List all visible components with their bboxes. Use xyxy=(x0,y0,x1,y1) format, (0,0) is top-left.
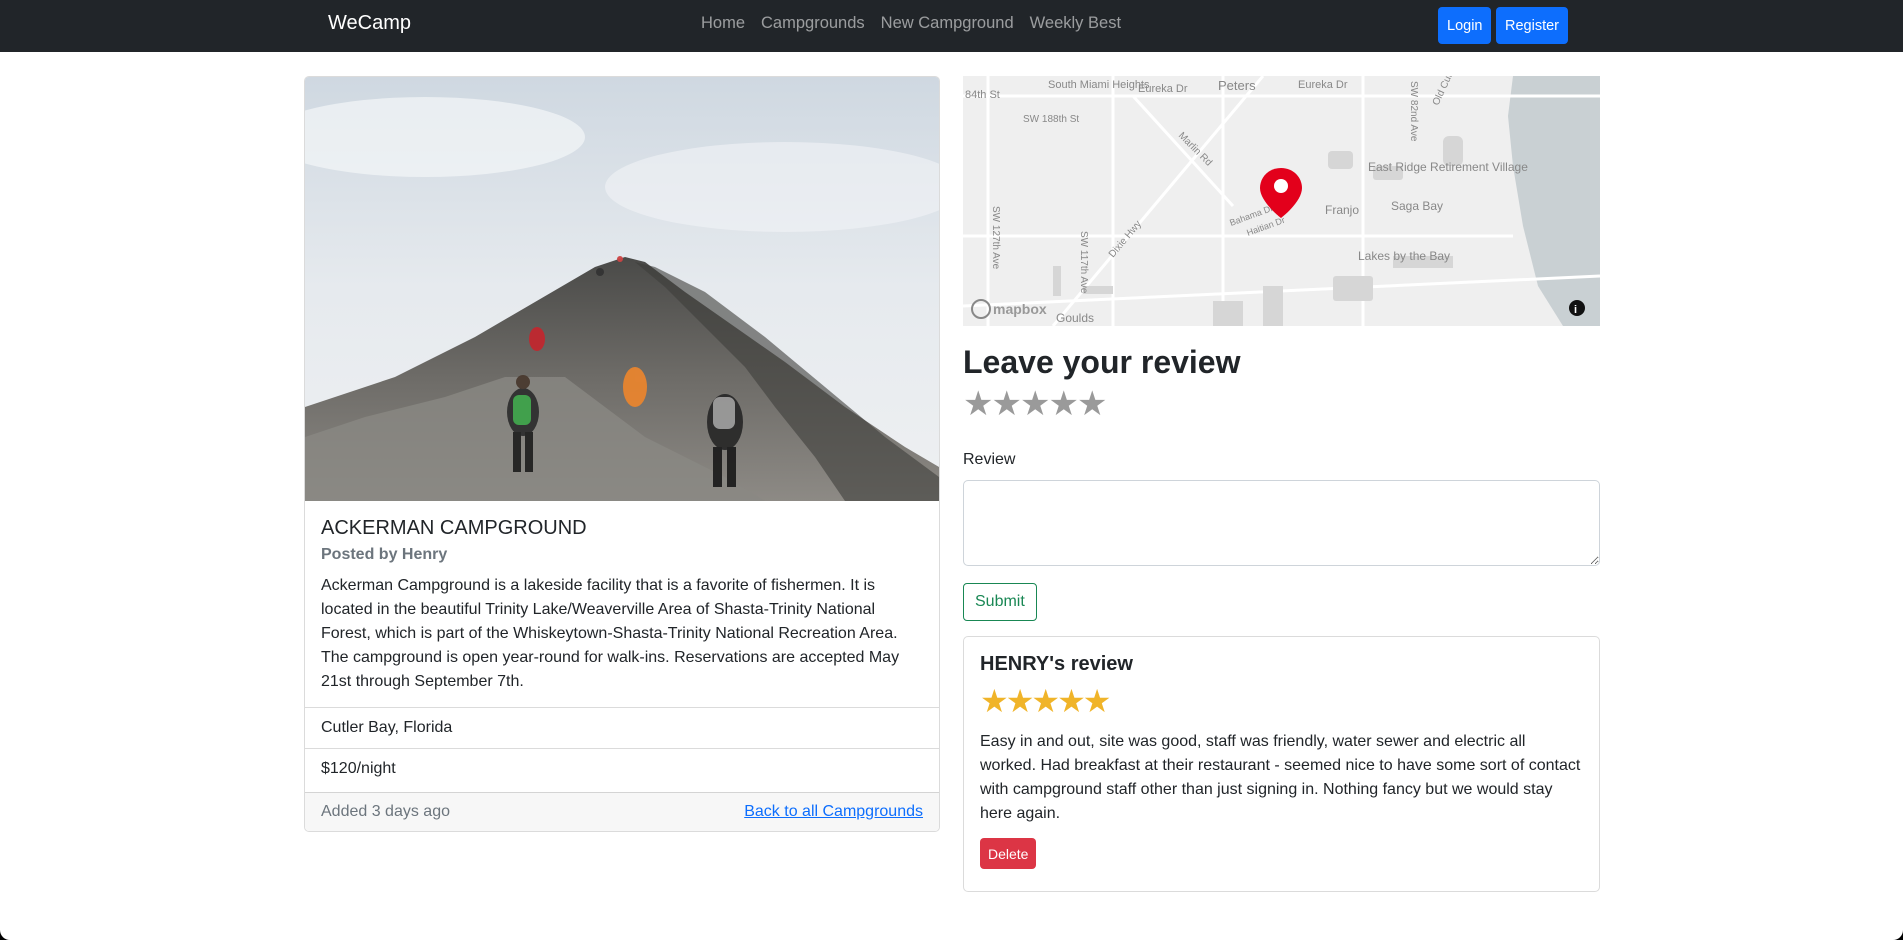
map-label: SW 127th Ave xyxy=(990,206,1001,270)
back-to-campgrounds-link[interactable]: Back to all Campgrounds xyxy=(744,803,923,821)
rating-stars-input[interactable]: ★★★★★ xyxy=(963,384,1108,424)
review-rating-stars: ★★★★★ xyxy=(980,682,1583,719)
svg-text:mapbox: mapbox xyxy=(993,301,1047,317)
campground-photo xyxy=(305,77,939,501)
campground-location: Cutler Bay, Florida xyxy=(305,707,939,748)
submit-review-button[interactable]: Submit xyxy=(963,583,1037,621)
card-footer: Added 3 days ago Back to all Campgrounds xyxy=(305,792,939,831)
map-label: Eureka Dr xyxy=(1138,83,1188,95)
star-icon[interactable]: ★ xyxy=(1020,385,1051,423)
review-text: Easy in and out, site was good, staff wa… xyxy=(980,733,1581,822)
page: WeCamp Home Campgrounds New Campground W… xyxy=(0,0,1903,940)
map-label: Eureka Dr xyxy=(1298,79,1348,91)
map-label: Franjo xyxy=(1325,203,1359,217)
review-card: HENRY's review ★★★★★ Easy in and out, si… xyxy=(963,636,1600,892)
info-icon[interactable]: i xyxy=(1569,300,1585,316)
posted-by: Posted by Henry xyxy=(321,546,448,563)
campground-title: ACKERMAN CAMPGROUND xyxy=(321,517,587,539)
star-filled-icon: ★ xyxy=(1082,683,1112,719)
campground-description: Ackerman Campground is a lakeside facili… xyxy=(321,577,900,690)
navbar: WeCamp Home Campgrounds New Campground W… xyxy=(0,0,1903,52)
map-label: SW 188th St xyxy=(1023,114,1079,125)
star-icon[interactable]: ★ xyxy=(991,385,1022,423)
card-body: ACKERMAN CAMPGROUND Posted by Henry Acke… xyxy=(321,517,925,694)
campground-card: ACKERMAN CAMPGROUND Posted by Henry Acke… xyxy=(304,76,940,832)
svg-text:i: i xyxy=(1574,304,1577,316)
star-filled-icon: ★ xyxy=(1057,683,1086,719)
map-label: East Ridge Retirement Village xyxy=(1368,160,1528,174)
campground-price: $120/night xyxy=(305,748,939,789)
added-time: Added 3 days ago xyxy=(321,803,450,820)
review-textarea[interactable] xyxy=(963,480,1600,566)
map-label: SW 82nd Ave xyxy=(1408,81,1419,142)
brand-logo[interactable]: WeCamp xyxy=(328,12,411,35)
map-canvas[interactable]: 84th St South Miami Heights Eureka Dr Pe… xyxy=(963,76,1600,326)
nav-link-new-campground[interactable]: New Campground xyxy=(881,14,1014,33)
map-label: SW 117th Ave xyxy=(1078,231,1089,294)
map-label: 84th St xyxy=(965,89,1000,101)
review-label: Review xyxy=(963,451,1016,468)
review-form-heading: Leave your review xyxy=(963,344,1241,380)
campground-map[interactable]: 84th St South Miami Heights Eureka Dr Pe… xyxy=(963,76,1600,326)
map-label: Peters xyxy=(1218,78,1256,93)
register-button[interactable]: Register xyxy=(1496,7,1568,44)
login-button[interactable]: Login xyxy=(1438,7,1492,44)
star-filled-icon: ★ xyxy=(1005,683,1035,719)
nav-link-weekly-best[interactable]: Weekly Best xyxy=(1030,14,1121,33)
map-label: South Miami Heights xyxy=(1048,79,1150,91)
mountain-hikers-image xyxy=(305,77,939,501)
map-label: Goulds xyxy=(1056,311,1094,325)
star-filled-icon: ★ xyxy=(980,683,1009,719)
nav-links: Home Campgrounds New Campground Weekly B… xyxy=(701,14,1121,33)
nav-link-home[interactable]: Home xyxy=(701,14,745,33)
star-icon[interactable]: ★ xyxy=(1048,385,1079,423)
map-label: Saga Bay xyxy=(1391,199,1443,213)
nav-link-campgrounds[interactable]: Campgrounds xyxy=(761,14,865,33)
map-label: Lakes by the Bay xyxy=(1358,249,1450,263)
star-icon[interactable]: ★ xyxy=(1077,385,1108,423)
star-icon[interactable]: ★ xyxy=(963,385,994,423)
star-filled-icon: ★ xyxy=(1031,683,1060,719)
review-author: HENRY's review xyxy=(980,653,1133,675)
delete-review-button[interactable]: Delete xyxy=(980,838,1037,869)
